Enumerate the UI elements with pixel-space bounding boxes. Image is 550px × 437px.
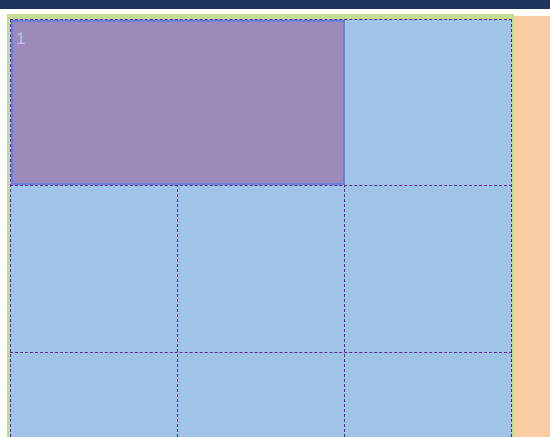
top-bar <box>0 0 550 9</box>
grid-item-label: 1 <box>16 29 26 48</box>
grid-row-line-2 <box>10 352 512 353</box>
grid-item[interactable]: 1 <box>11 20 345 185</box>
side-panel <box>513 16 550 437</box>
grid-row-line-1 <box>10 185 512 186</box>
